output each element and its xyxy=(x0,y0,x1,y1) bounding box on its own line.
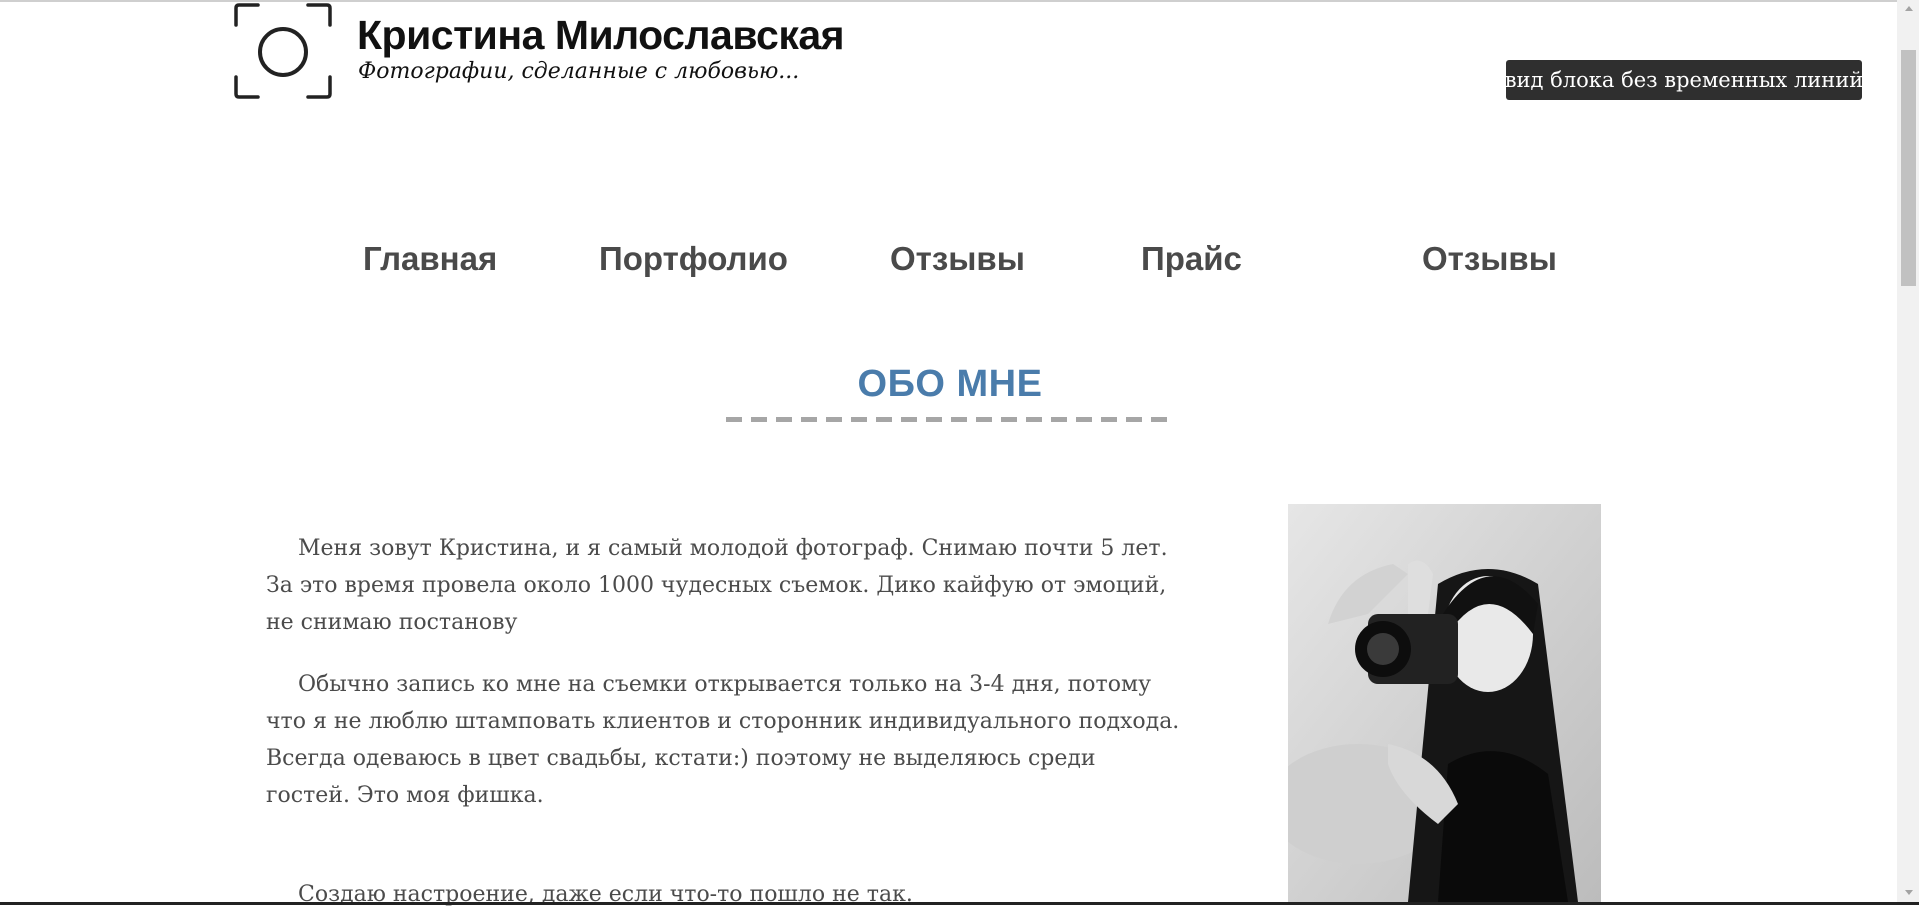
nav-item-home[interactable]: Главная xyxy=(363,240,497,278)
top-border xyxy=(0,0,1919,2)
site-title: Кристина Милославская xyxy=(357,12,845,58)
about-paragraph-1: Меня зовут Кристина, и я самый молодой ф… xyxy=(266,530,1186,641)
about-paragraph-3: Создаю настроение, даже если что-то пошл… xyxy=(266,876,1186,913)
about-text-2a: Обычно запись ко мне на съемки открывает… xyxy=(266,672,1180,734)
view-toggle-button[interactable]: вид блока без временных линий xyxy=(1505,60,1863,100)
nav-item-price[interactable]: Прайс xyxy=(1141,240,1242,278)
nav-item-reviews[interactable]: Отзывы xyxy=(890,240,1025,278)
about-paragraph-2: Обычно запись ко мне на съемки открывает… xyxy=(266,666,1186,814)
about-text-2b: Всегда одеваюсь в цвет свадьбы, кстати:)… xyxy=(266,746,1096,808)
site-tagline: Фотографии, сделанные с любовью... xyxy=(358,59,800,84)
camera-frame-icon[interactable] xyxy=(234,3,332,99)
title-underline xyxy=(726,417,1175,422)
nav-item-portfolio[interactable]: Портфолио xyxy=(599,240,788,278)
section-title: ОБО МНЕ xyxy=(857,363,1043,405)
scroll-down-arrow-icon[interactable] xyxy=(1905,890,1913,895)
about-text-1: Меня зовут Кристина, и я самый молодой ф… xyxy=(266,536,1168,635)
scroll-up-arrow-icon[interactable] xyxy=(1905,6,1913,11)
nav-item-reviews-2[interactable]: Отзывы xyxy=(1422,240,1557,278)
photographer-photo xyxy=(1288,504,1601,902)
scrollbar-thumb[interactable] xyxy=(1901,50,1916,286)
